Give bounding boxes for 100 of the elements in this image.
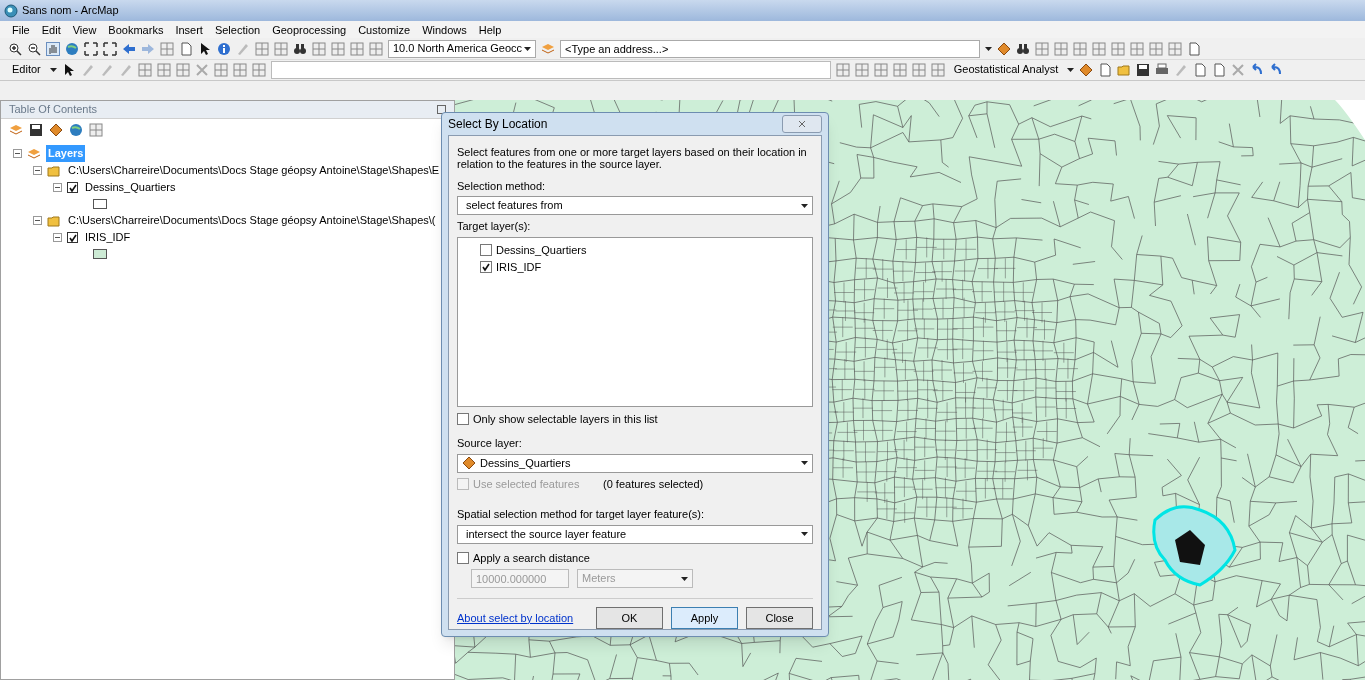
diamond-icon[interactable] xyxy=(49,123,63,137)
close-button[interactable] xyxy=(782,114,822,133)
delete-icon[interactable] xyxy=(1231,62,1246,77)
new-document-icon[interactable] xyxy=(1187,41,1201,56)
menu-item[interactable]: Help xyxy=(478,21,502,39)
checkbox-label[interactable]: Dessins_Quartiers xyxy=(496,241,587,258)
menu-item[interactable]: View xyxy=(72,21,97,39)
grid-icon[interactable] xyxy=(137,62,152,77)
grid-icon[interactable] xyxy=(274,41,288,56)
layer-checkbox[interactable] xyxy=(67,182,78,193)
apply-button[interactable]: Apply xyxy=(671,607,738,629)
back-arrow-icon[interactable] xyxy=(122,41,136,56)
spatial-method-dropdown[interactable]: intersect the source layer feature xyxy=(457,524,813,544)
source-layer-dropdown[interactable]: Dessins_Quartiers xyxy=(457,453,813,473)
checkbox[interactable] xyxy=(480,243,492,256)
globe-icon[interactable] xyxy=(69,123,83,137)
binoculars-icon[interactable] xyxy=(1016,41,1030,56)
menu-item[interactable]: Bookmarks xyxy=(108,21,164,39)
new-document-icon[interactable] xyxy=(1098,62,1113,77)
layer-checkbox[interactable] xyxy=(67,232,78,243)
selection-method-dropdown[interactable]: select features from xyxy=(457,196,813,215)
grid-icon[interactable] xyxy=(873,62,888,77)
grid-icon[interactable] xyxy=(350,41,364,56)
layers-icon[interactable] xyxy=(27,146,41,161)
coordinate-system-dropdown[interactable]: 10.0 North America Geocc xyxy=(388,39,536,58)
checkbox[interactable] xyxy=(480,261,492,274)
grid-icon[interactable] xyxy=(1035,41,1049,56)
checkbox[interactable] xyxy=(457,551,469,564)
ok-button[interactable]: OK xyxy=(596,607,663,629)
address-field[interactable]: <Type an address...> xyxy=(560,39,980,58)
checkbox-label[interactable]: Apply a search distance xyxy=(473,549,590,566)
collapse-icon[interactable] xyxy=(33,216,42,225)
pointer-icon[interactable] xyxy=(198,41,212,56)
delete-icon[interactable] xyxy=(194,62,209,77)
diamond-icon[interactable] xyxy=(997,41,1011,56)
grid-icon[interactable] xyxy=(1130,41,1144,56)
grid-icon[interactable] xyxy=(1149,41,1163,56)
zoom-in-icon[interactable] xyxy=(8,41,22,56)
grid-icon[interactable] xyxy=(1168,41,1182,56)
save-icon[interactable] xyxy=(29,123,43,137)
zoom-out-icon[interactable] xyxy=(27,41,41,56)
layers-icon[interactable] xyxy=(541,41,555,56)
menu-item[interactable]: Windows xyxy=(422,21,467,39)
grid-icon[interactable] xyxy=(854,62,869,77)
full-extent-icon[interactable] xyxy=(84,41,98,56)
editor-menu-button[interactable]: Editor xyxy=(8,61,45,78)
info-icon[interactable] xyxy=(217,41,231,56)
new-document-icon[interactable] xyxy=(1212,62,1227,77)
collapse-icon[interactable] xyxy=(53,233,62,242)
grid-icon[interactable] xyxy=(1092,41,1106,56)
grid-icon[interactable] xyxy=(1111,41,1125,56)
layer-name[interactable]: IRIS_IDF xyxy=(83,229,133,246)
checkbox-label[interactable]: IRIS_IDF xyxy=(496,259,542,276)
grid-icon[interactable] xyxy=(312,41,326,56)
layer-name[interactable]: Dessins_Quartiers xyxy=(83,179,178,196)
checkbox-label[interactable]: Only show selectable layers in this list xyxy=(473,410,658,427)
layers-icon[interactable] xyxy=(9,123,23,137)
save-icon[interactable] xyxy=(1136,62,1151,77)
full-extent-icon[interactable] xyxy=(103,41,117,56)
globe-icon[interactable] xyxy=(65,41,79,56)
grid-icon[interactable] xyxy=(331,41,345,56)
collapse-icon[interactable] xyxy=(33,166,42,175)
new-document-icon[interactable] xyxy=(1193,62,1208,77)
pencil-icon[interactable] xyxy=(99,62,114,77)
menu-item[interactable]: Insert xyxy=(175,21,203,39)
folder-path[interactable]: C:\Users\Charreire\Documents\Docs Stage géopsy Antoine\Stage\Shapes\E xyxy=(66,162,442,179)
grid-icon[interactable] xyxy=(930,62,945,77)
pencil-icon[interactable] xyxy=(118,62,133,77)
grid-icon[interactable] xyxy=(255,41,269,56)
grid-icon[interactable] xyxy=(175,62,190,77)
restore-icon[interactable] xyxy=(437,105,446,114)
diamond-icon[interactable] xyxy=(1079,62,1094,77)
grid-icon[interactable] xyxy=(1054,41,1068,56)
menu-item[interactable]: Geoprocessing xyxy=(272,21,347,39)
grid-icon[interactable] xyxy=(835,62,850,77)
folder-icon[interactable] xyxy=(47,213,61,228)
binoculars-icon[interactable] xyxy=(293,41,307,56)
grid-icon[interactable] xyxy=(213,62,228,77)
menu-item[interactable]: Customize xyxy=(358,21,411,39)
menu-item[interactable]: Edit xyxy=(41,21,61,39)
new-document-icon[interactable] xyxy=(179,41,193,56)
forward-arrow-icon[interactable] xyxy=(141,41,155,56)
geostatistical-analyst-button[interactable]: Geostatistical Analyst xyxy=(949,61,1063,78)
grid-icon[interactable] xyxy=(160,41,174,56)
grid-icon[interactable] xyxy=(156,62,171,77)
grid-icon[interactable] xyxy=(251,62,266,77)
grid-icon[interactable] xyxy=(89,123,103,137)
menu-item[interactable]: File xyxy=(12,21,30,39)
help-link[interactable]: About select by location xyxy=(457,609,574,627)
undo-icon[interactable] xyxy=(1250,62,1265,77)
printer-icon[interactable] xyxy=(1155,62,1170,77)
checkbox[interactable] xyxy=(457,412,469,425)
folder-path[interactable]: C:\Users\Charreire\Documents\Docs Stage géopsy Antoine\Stage\Shapes\( xyxy=(66,212,438,229)
menu-item[interactable]: Selection xyxy=(214,21,261,39)
grid-icon[interactable] xyxy=(1073,41,1087,56)
grid-icon[interactable] xyxy=(911,62,926,77)
sketch-field[interactable] xyxy=(270,60,831,79)
folder-icon[interactable] xyxy=(47,163,61,178)
grid-icon[interactable] xyxy=(369,41,383,56)
close-button[interactable]: Close xyxy=(746,607,813,629)
